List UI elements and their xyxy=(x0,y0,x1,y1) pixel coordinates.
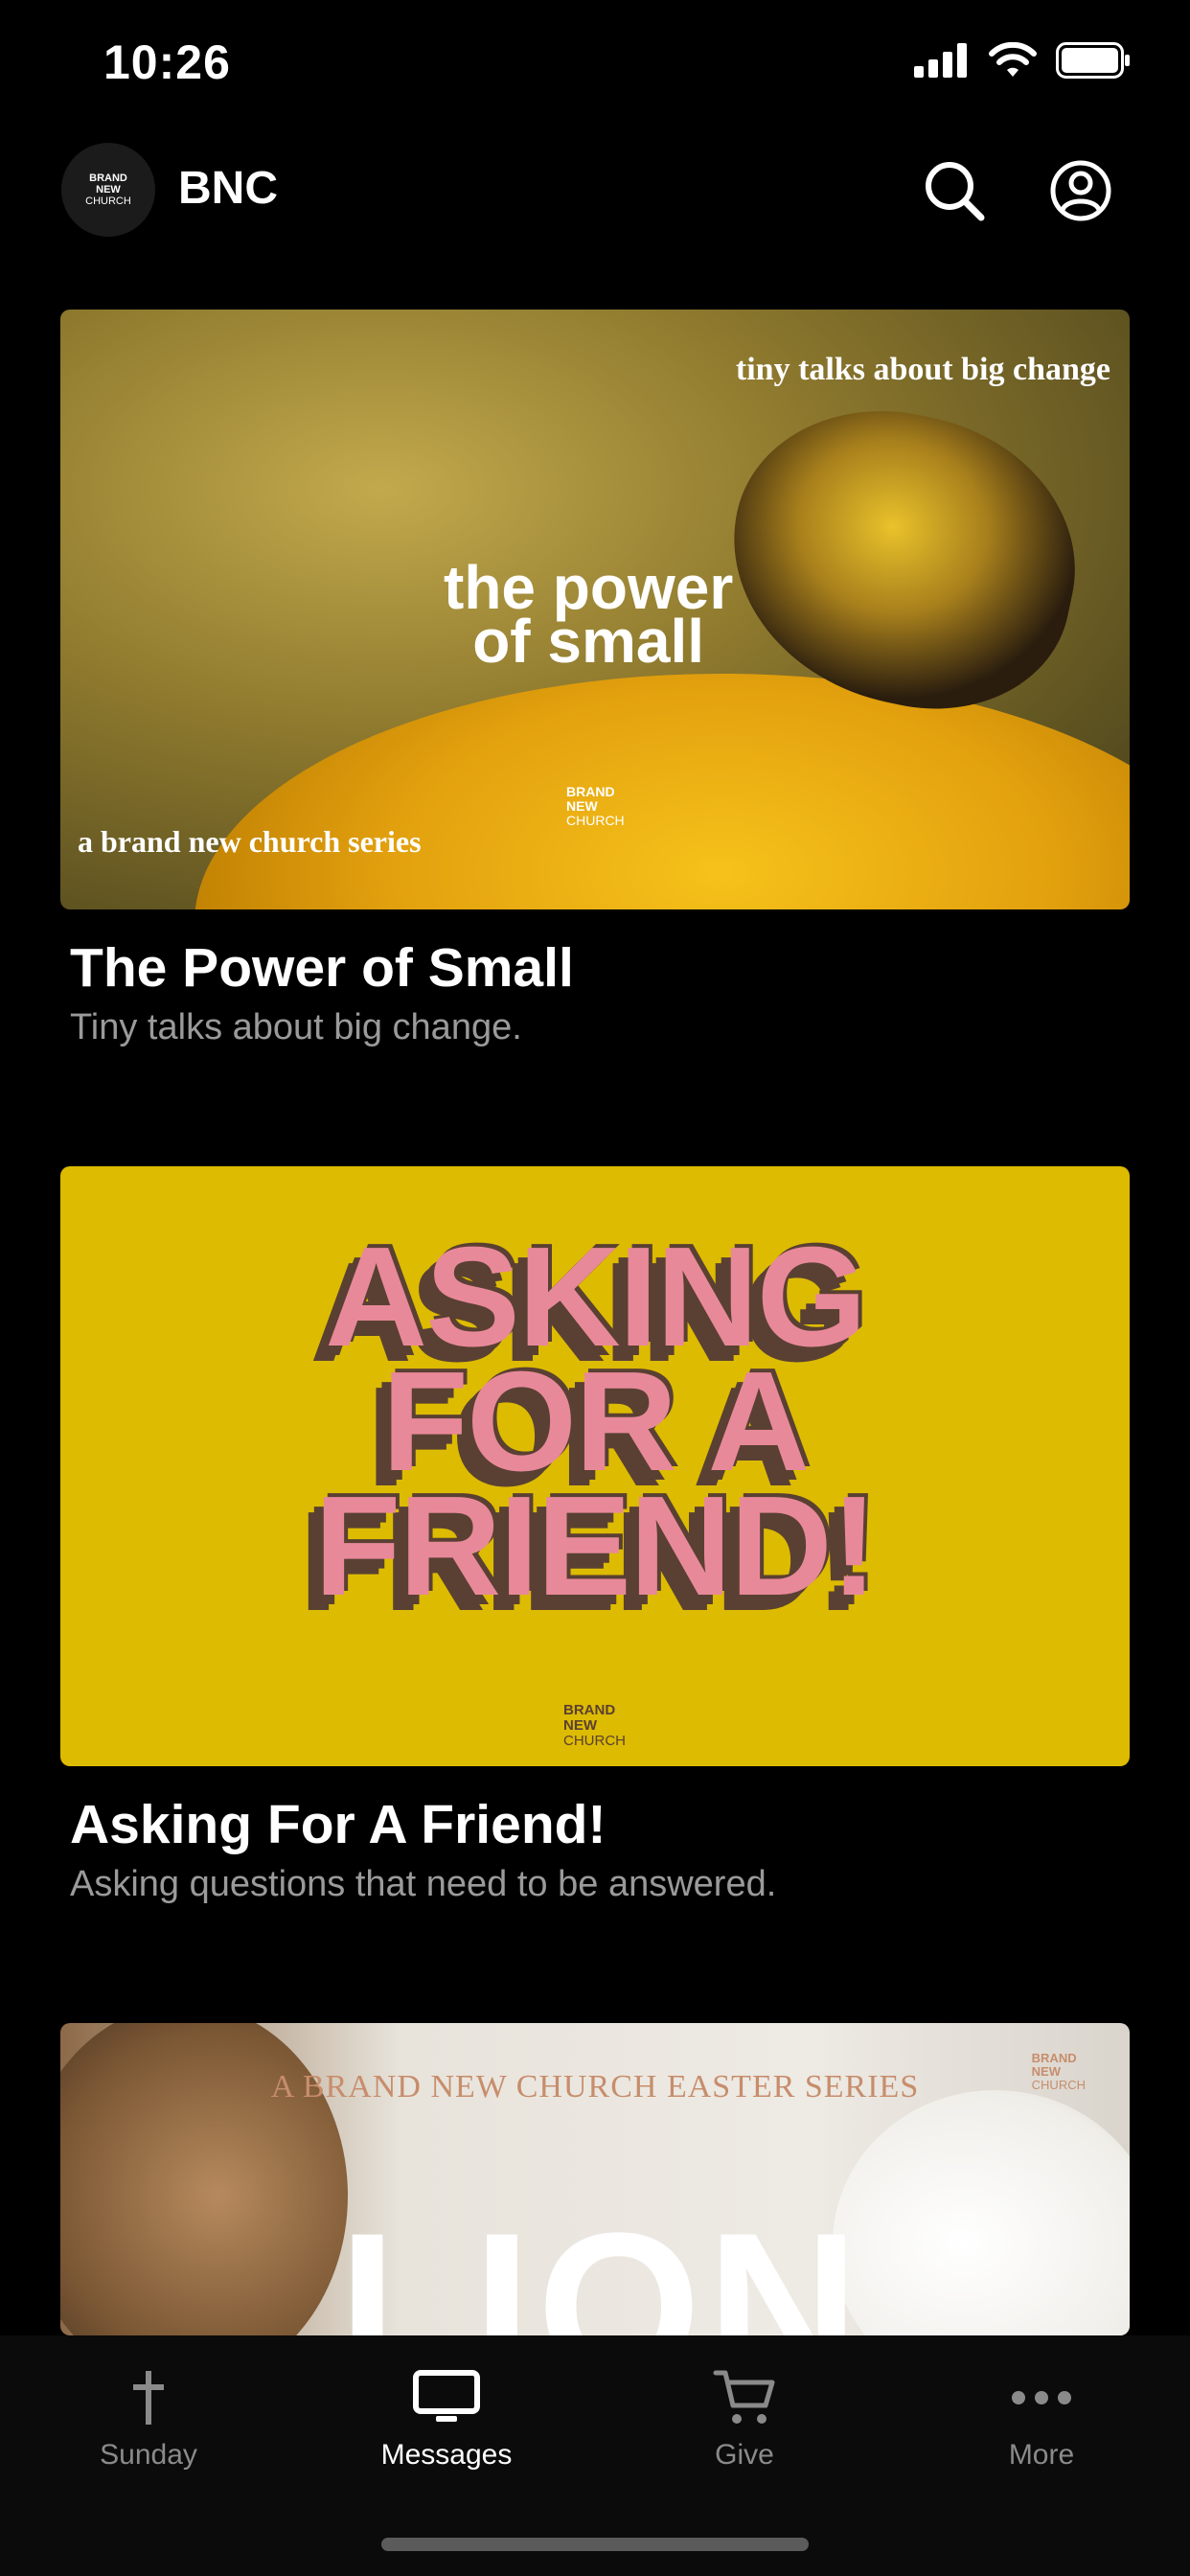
flower-graphic xyxy=(195,674,1130,909)
wifi-icon xyxy=(989,42,1037,77)
church-logo[interactable]: BRAND NEW CHURCH xyxy=(61,143,155,237)
battery-icon xyxy=(1056,42,1130,79)
status-icons xyxy=(914,42,1131,79)
status-bar: 10:26 xyxy=(0,0,1190,125)
search-icon xyxy=(926,162,985,221)
search-button[interactable] xyxy=(916,152,993,229)
account-icon xyxy=(1050,160,1111,221)
artwork-headline: LION xyxy=(338,2189,865,2335)
series-title[interactable]: The Power of Small xyxy=(70,936,1130,1000)
app-title: BNC xyxy=(178,163,278,214)
artwork-series-label: a brand new church series xyxy=(78,824,422,859)
tab-sunday[interactable]: Sunday xyxy=(43,2355,254,2472)
series-card-power-of-small[interactable]: tiny talks about big change the power of… xyxy=(60,310,1130,1048)
artwork-logo: BRAND NEW CHURCH xyxy=(563,1702,626,1749)
series-artwork[interactable]: ASKING FOR A FRIEND! BRAND NEW CHURCH xyxy=(60,1166,1130,1766)
artwork-headline: ASKING FOR A FRIEND! xyxy=(313,1218,878,1625)
series-title[interactable]: Asking For A Friend! xyxy=(70,1793,1130,1856)
artwork-logo: BRAND NEW CHURCH xyxy=(1031,2051,1086,2092)
series-subtitle: Tiny talks about big change. xyxy=(70,1007,522,1047)
artwork-headline: the power of small xyxy=(444,553,734,676)
app-header: BRAND NEW CHURCH BNC xyxy=(0,139,1190,244)
series-card-asking-for-a-friend[interactable]: ASKING FOR A FRIEND! BRAND NEW CHURCH As… xyxy=(60,1166,1130,1905)
signal-icon xyxy=(914,43,967,78)
status-time: 10:26 xyxy=(103,35,231,89)
tab-give[interactable]: Give xyxy=(639,2355,850,2472)
ellipsis-icon xyxy=(1012,2391,1071,2404)
series-artwork[interactable]: A BRAND NEW CHURCH EASTER SERIES BRAND N… xyxy=(60,2023,1130,2335)
lamb-graphic xyxy=(833,2090,1130,2335)
home-indicator[interactable] xyxy=(381,2538,809,2551)
cart-icon xyxy=(713,2370,775,2424)
tv-icon xyxy=(413,2370,480,2422)
profile-button[interactable] xyxy=(1042,152,1119,229)
artwork-tagline: tiny talks about big change xyxy=(735,352,1110,387)
artwork-logo: BRAND NEW CHURCH xyxy=(566,784,625,828)
series-card-lion[interactable]: A BRAND NEW CHURCH EASTER SERIES BRAND N… xyxy=(60,2023,1130,2335)
series-artwork[interactable]: tiny talks about big change the power of… xyxy=(60,310,1130,909)
series-subtitle: Asking questions that need to be answere… xyxy=(70,1864,777,1904)
artwork-series-label: A BRAND NEW CHURCH EASTER SERIES xyxy=(270,2069,920,2104)
tab-more[interactable]: More xyxy=(936,2355,1147,2472)
tab-messages[interactable]: Messages xyxy=(341,2355,552,2472)
cross-icon xyxy=(133,2371,164,2425)
